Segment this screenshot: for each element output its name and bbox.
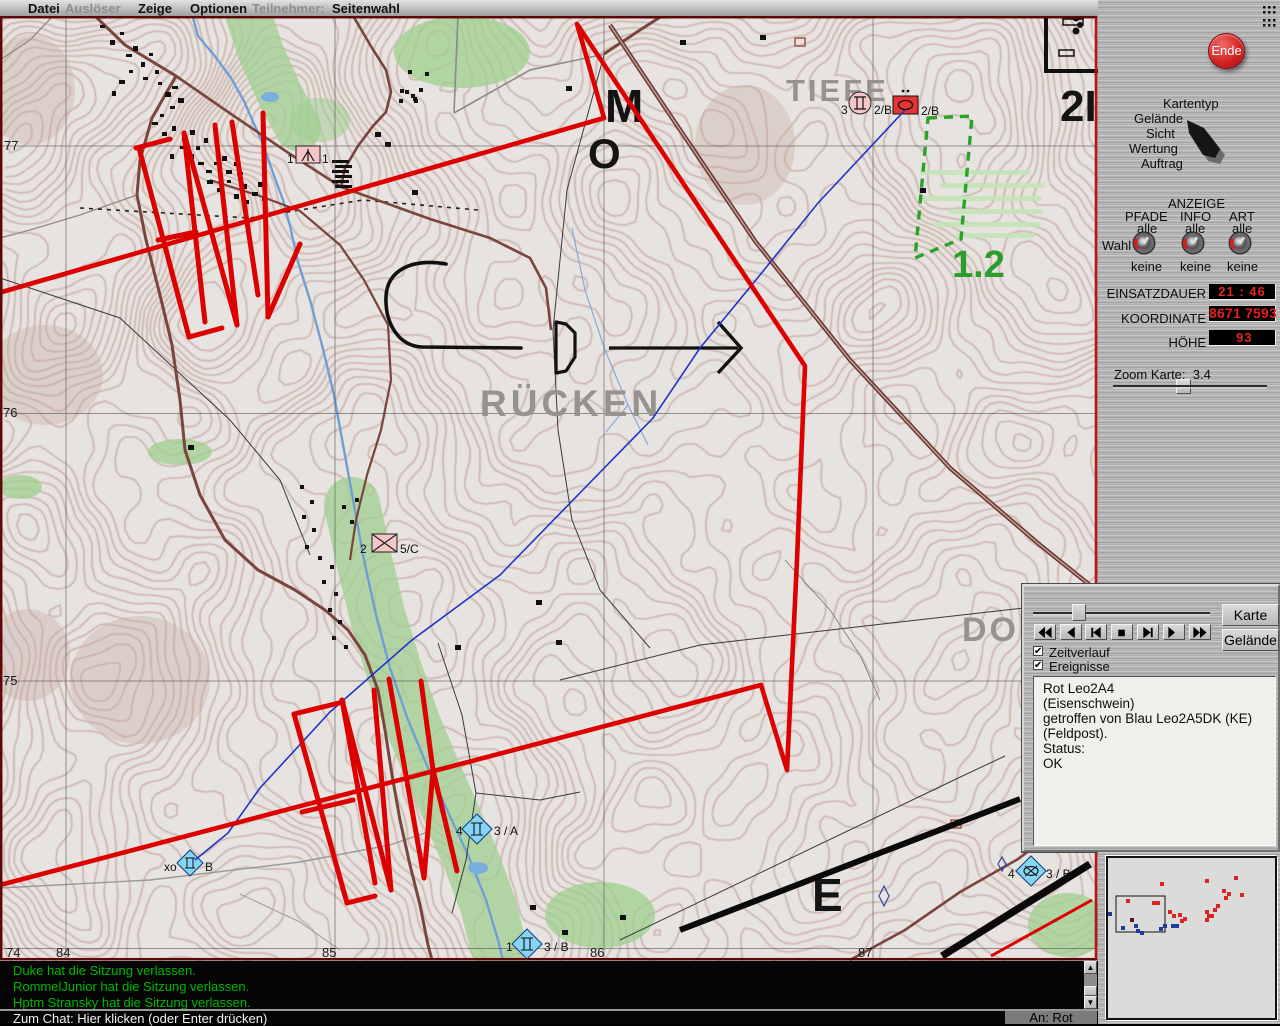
svg-text:77: 77 — [4, 138, 18, 153]
svg-text:74: 74 — [6, 945, 20, 960]
svg-text:75: 75 — [3, 673, 17, 688]
svg-text:86: 86 — [590, 945, 604, 960]
svg-text:1: 1 — [506, 940, 513, 954]
svg-text:3: 3 — [841, 103, 848, 117]
svg-text:76: 76 — [3, 405, 17, 420]
svg-text:84: 84 — [56, 945, 70, 960]
svg-text:B: B — [205, 860, 213, 874]
svg-text:3 / B: 3 / B — [544, 940, 569, 954]
svg-text:RÜCKEN: RÜCKEN — [480, 383, 662, 424]
svg-text:1: 1 — [287, 152, 294, 166]
svg-text:1.2: 1.2 — [952, 244, 1005, 286]
svg-text:5/C: 5/C — [400, 542, 419, 556]
svg-text:85: 85 — [322, 945, 336, 960]
svg-text:87: 87 — [858, 945, 872, 960]
svg-text:2/B: 2/B — [874, 103, 892, 117]
svg-text:3 / A: 3 / A — [494, 824, 518, 838]
svg-text:2: 2 — [360, 542, 367, 556]
svg-text:M: M — [605, 80, 643, 132]
svg-text:2/B: 2/B — [921, 104, 939, 118]
svg-text:xo: xo — [164, 860, 177, 874]
svg-text:DO: DO — [962, 611, 1019, 649]
svg-text:4: 4 — [456, 824, 463, 838]
svg-text:3 / B: 3 / B — [1046, 867, 1071, 881]
svg-text:1: 1 — [322, 152, 329, 166]
svg-text:2I: 2I — [1060, 82, 1097, 131]
svg-text:O: O — [588, 130, 621, 177]
svg-text:4: 4 — [1008, 867, 1015, 881]
